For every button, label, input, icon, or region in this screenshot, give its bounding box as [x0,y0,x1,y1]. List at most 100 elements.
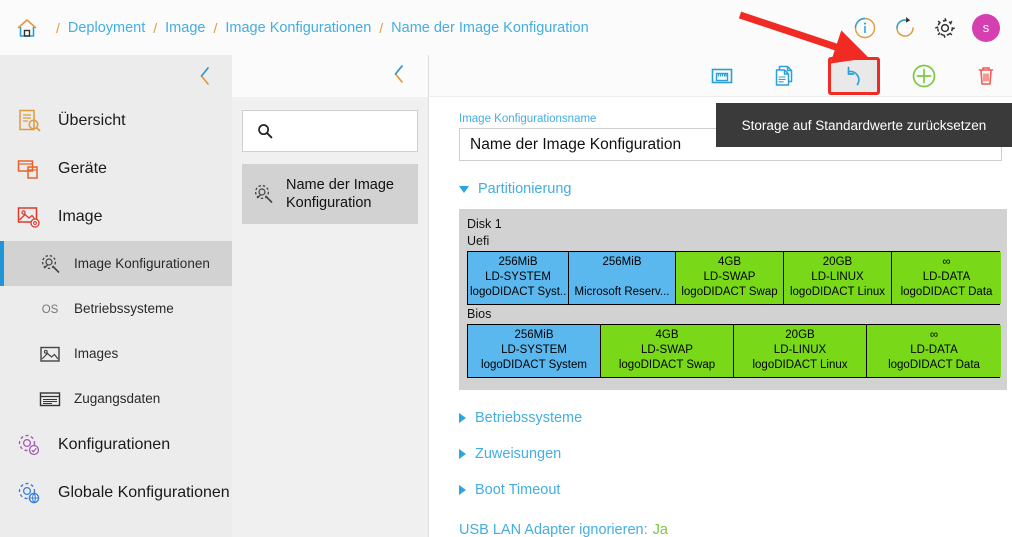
disk-diagram: Disk 1 Uefi 256MiB LD-SYSTEM logoDIDACT Sys… [459,209,1007,390]
partition-block[interactable]: ∞ LD-DATA logoDIDACT Data [867,325,1001,377]
gear-icon[interactable] [932,15,958,41]
section-partitionierung[interactable]: Partitionierung [459,181,1002,197]
breadcrumb-separator: / [379,19,384,36]
chevron-left-icon [394,64,403,83]
chevron-right-icon [459,449,466,459]
breadcrumb-item-4[interactable]: Name der Image Konfiguration [391,20,588,36]
sidebar-item-image[interactable]: Image [0,193,232,241]
section-label: Betriebssysteme [475,410,583,426]
partition-description: logoDIDACT Syst... [470,286,566,298]
image-config-icon [41,254,60,273]
usb-lan-label: USB LAN Adapter ignorieren: [459,522,648,537]
overview-icon [14,106,44,136]
sidebar-collapse-button[interactable] [0,55,232,97]
global-configurations-icon [14,478,44,508]
partition-size: 256MiB [498,256,538,268]
section-boot-timeout[interactable]: Boot Timeout [459,482,1002,498]
partition-label: LD-SWAP [703,271,756,283]
partition-block[interactable]: 256MiB LD-SYSTEM logoDIDACT System [468,325,601,377]
list-panel-header [232,55,428,97]
section-betriebssysteme[interactable]: Betriebssysteme [459,410,1002,426]
delete-button[interactable] [968,59,1004,93]
partition-block[interactable]: ∞ LD-DATA logoDIDACT Data [892,252,1001,304]
sidebar-item-bersicht[interactable]: Übersicht [0,97,232,145]
sidebar-item-images[interactable]: Images [0,331,232,376]
breadcrumb-item-2[interactable]: Image [165,20,205,36]
partition-description: logoDIDACT System [481,359,587,371]
partition-size: 4GB [655,329,679,341]
list-panel-collapse-button[interactable] [390,63,408,90]
sidebar-item-label: Übersicht [58,112,126,129]
partition-block[interactable]: 20GB LD-LINUX logoDIDACT Linux [784,252,892,304]
search-icon [258,124,273,139]
partition-block[interactable]: 4GB LD-SWAP logoDIDACT Swap [601,325,734,377]
home-icon[interactable] [12,13,42,43]
disk-bus-label: Uefi [467,234,490,248]
reset-storage-button[interactable] [828,56,880,95]
partition-label: LD-SWAP [641,344,693,356]
breadcrumb-separator: / [56,19,60,36]
partition-description: Microsoft Reserv... [574,286,670,298]
partition-label: LD-DATA [910,344,958,356]
partition-row: 256MiB LD-SYSTEM logoDIDACT Syst... 256MiB … [467,251,1001,305]
partition-row: 256MiB LD-SYSTEM logoDIDACT System 4GB LD-SW… [467,324,1001,378]
partition-label: LD-SYSTEM [485,271,551,283]
partition-label: LD-LINUX [811,271,864,283]
content-body: Image Konfigurationsname Name der Image … [429,97,1012,537]
sidebar-item-globale-konfigurationen[interactable]: Globale Konfigurationen [0,469,232,517]
global-configurations-icon [18,482,40,504]
partition-label: LD-DATA [922,271,971,283]
left-sidebar: Übersicht Geräte Image Image Konfiguratione… [0,55,232,537]
search-input[interactable] [281,122,401,140]
chevron-down-icon [459,185,469,193]
sidebar-item-label: Betriebssysteme [74,301,174,316]
sidebar-item-label: Globale Konfigurationen [58,484,230,501]
refresh-icon[interactable] [892,15,918,41]
info-icon[interactable] [852,15,878,41]
image-config-icon [38,252,62,276]
credentials-icon [39,391,61,406]
list-item[interactable]: Name der Image Konfiguration [242,164,418,224]
lan-port-button[interactable] [704,59,740,93]
breadcrumb-item-3[interactable]: Image Konfigurationen [225,20,371,36]
add-button[interactable] [906,59,942,93]
credentials-icon [38,387,62,411]
partition-label [571,270,673,285]
breadcrumb-separator: / [153,19,158,36]
partition-block[interactable]: 4GB LD-SWAP logoDIDACT Swap [676,252,784,304]
partition-description: logoDIDACT Linux [789,286,886,298]
sidebar-item-ger-te[interactable]: Geräte [0,145,232,193]
partition-size: 4GB [717,256,741,268]
reset-storage-tooltip: Storage auf Standardwerte zurücksetzen [716,103,1012,147]
duplicate-button[interactable] [766,59,802,93]
avatar-initial: s [982,20,990,35]
partition-block[interactable]: 256MiB Microsoft Reserv... [569,252,676,304]
disk-title: Disk 1 [467,217,502,231]
chevron-left-icon [200,67,209,85]
partition-description: logoDIDACT Linux [752,359,848,371]
sidebar-item-betriebssysteme[interactable]: OS Betriebssysteme [0,286,232,331]
sidebar-item-zugangsdaten[interactable]: Zugangsdaten [0,376,232,421]
plus-circle-icon [912,64,936,87]
image-icon [14,202,44,232]
partition-size: ∞ [942,256,951,268]
partition-label: LD-LINUX [773,344,827,356]
partition-description: logoDIDACT Data [888,359,980,371]
section-label: Partitionierung [478,181,572,197]
section-zuweisungen[interactable]: Zuweisungen [459,446,1002,462]
breadcrumb-item-1[interactable]: Deployment [68,20,145,36]
sidebar-item-label: Zugangsdaten [74,391,161,406]
sidebar-item-konfigurationen[interactable]: Konfigurationen [0,421,232,469]
sidebar-item-image-konfigurationen[interactable]: Image Konfigurationen [0,241,232,286]
disk-bus-label: Bios [467,307,492,321]
images-icon [40,346,60,362]
section-label: Zuweisungen [475,446,562,462]
os-icon: OS [42,304,59,316]
partition-description: logoDIDACT Data [900,286,993,298]
avatar[interactable]: s [972,13,1000,42]
partition-block[interactable]: 20GB LD-LINUX logoDIDACT Linux [734,325,867,377]
search-box[interactable] [242,110,418,152]
partition-description: logoDIDACT Swap [681,286,778,298]
partition-block[interactable]: 256MiB LD-SYSTEM logoDIDACT Syst... [468,252,569,304]
sidebar-item-label: Konfigurationen [58,436,171,453]
